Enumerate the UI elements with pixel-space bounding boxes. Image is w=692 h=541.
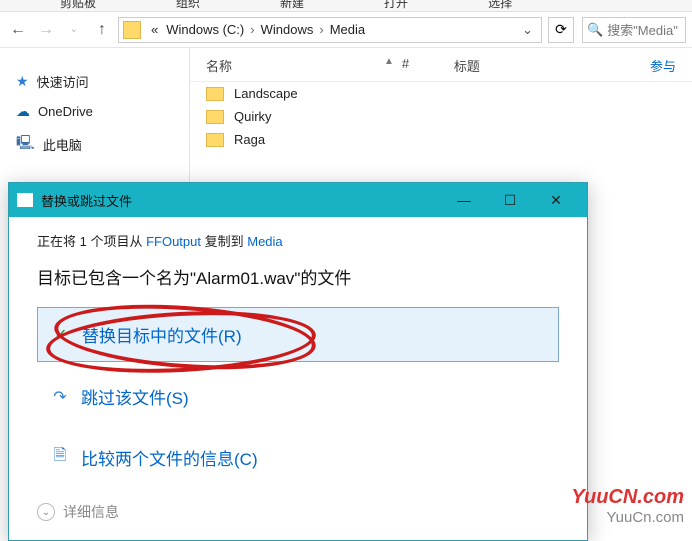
file-name: Quirky [234, 109, 272, 124]
col-more[interactable]: 参与 [650, 56, 676, 75]
address-dropdown[interactable]: ⌄ [518, 22, 537, 38]
star-icon: ★ [16, 73, 29, 90]
conflict-message: 目标已包含一个名为"Alarm01.wav"的文件 [37, 264, 559, 289]
ribbon-strip: 剪贴板 组织 新建 打开 选择 [0, 0, 692, 12]
dialog-titlebar[interactable]: 替换或跳过文件 — ☐ ✕ [9, 183, 587, 217]
breadcrumb-media[interactable]: Media [326, 22, 369, 37]
replace-dialog: 替换或跳过文件 — ☐ ✕ 正在将 1 个项目从 FFOutput 复制到 Me… [8, 182, 588, 541]
forward-button[interactable]: → [34, 18, 58, 42]
refresh-button[interactable]: ⟳ [548, 17, 574, 43]
ribbon-open: 打开 [384, 0, 408, 11]
option-replace[interactable]: ✓ 替换目标中的文件(R) [37, 307, 559, 362]
col-hash[interactable]: # [402, 56, 446, 75]
col-name[interactable]: 名称 [206, 56, 376, 75]
sidebar-item-label: 快速访问 [37, 72, 89, 91]
breadcrumb-prefix: « [147, 22, 162, 37]
file-name: Raga [234, 132, 265, 147]
skip-icon: ↷ [51, 388, 69, 406]
list-item[interactable]: Raga [190, 128, 692, 151]
details-label: 详细信息 [63, 502, 119, 522]
sidebar-item-this-pc[interactable]: 🖳 此电脑 [0, 126, 189, 162]
status-text: 正在将 1 个项目从 [37, 234, 146, 249]
minimize-button[interactable]: — [441, 186, 487, 214]
dialog-title: 替换或跳过文件 [41, 191, 441, 210]
folder-icon [206, 133, 224, 147]
nav-bar: ← → ⌄ ↑ « Windows (C:) › Windows › Media… [0, 12, 692, 48]
breadcrumb-windows[interactable]: Windows [257, 22, 318, 37]
option-compare[interactable]: 🗎 比较两个文件的信息(C) [37, 431, 559, 484]
ribbon-select: 选择 [488, 0, 512, 11]
col-title[interactable]: 标题 [454, 56, 642, 75]
dialog-icon [17, 193, 33, 207]
breadcrumb-drive[interactable]: Windows (C:) [162, 22, 248, 37]
search-icon: 🔍 [587, 22, 603, 38]
address-bar[interactable]: « Windows (C:) › Windows › Media ⌄ [118, 17, 542, 43]
column-headers: 名称 ▲ # 标题 参与 [190, 48, 692, 82]
option-label: 替换目标中的文件(R) [82, 322, 242, 347]
search-input[interactable]: 🔍 搜索"Media" [582, 17, 686, 43]
dest-link[interactable]: Media [247, 234, 282, 249]
back-button[interactable]: ← [6, 18, 30, 42]
source-link[interactable]: FFOutput [146, 234, 201, 249]
copy-status: 正在将 1 个项目从 FFOutput 复制到 Media [37, 231, 559, 250]
sidebar-item-label: 此电脑 [43, 135, 82, 154]
maximize-button[interactable]: ☐ [487, 186, 533, 215]
ribbon-clipboard: 剪贴板 [60, 0, 96, 11]
cloud-icon: ☁ [16, 103, 30, 120]
msg-text: "的文件 [294, 269, 351, 288]
recent-dropdown[interactable]: ⌄ [62, 18, 86, 42]
chevron-right-icon: › [317, 22, 325, 37]
chevron-down-icon: ⌄ [37, 503, 55, 521]
file-name: Landscape [234, 86, 298, 101]
details-toggle[interactable]: ⌄ 详细信息 [37, 502, 559, 522]
option-label: 跳过该文件(S) [81, 384, 189, 409]
close-button[interactable]: ✕ [533, 186, 579, 215]
chevron-right-icon: › [248, 22, 256, 37]
ribbon-organize: 组织 [176, 0, 200, 11]
list-item[interactable]: Landscape [190, 82, 692, 105]
compare-icon: 🗎 [51, 449, 69, 467]
folder-icon [123, 21, 141, 39]
option-label: 比较两个文件的信息(C) [81, 445, 258, 470]
search-placeholder: 搜索"Media" [607, 20, 678, 39]
sidebar-item-quick-access[interactable]: ★ 快速访问 [0, 66, 189, 97]
ribbon-new: 新建 [280, 0, 304, 11]
folder-icon [206, 110, 224, 124]
sidebar-item-onedrive[interactable]: ☁ OneDrive [0, 97, 189, 126]
conflict-filename: Alarm01.wav [196, 269, 294, 288]
folder-icon [206, 87, 224, 101]
option-skip[interactable]: ↷ 跳过该文件(S) [37, 370, 559, 423]
sort-indicator-icon: ▲ [384, 56, 394, 75]
status-text: 复制到 [201, 234, 247, 249]
check-icon: ✓ [52, 326, 70, 344]
up-button[interactable]: ↑ [90, 18, 114, 42]
list-item[interactable]: Quirky [190, 105, 692, 128]
pc-icon: 🖳 [16, 132, 35, 156]
sidebar-item-label: OneDrive [38, 104, 93, 119]
msg-text: 目标已包含一个名为" [37, 269, 196, 288]
